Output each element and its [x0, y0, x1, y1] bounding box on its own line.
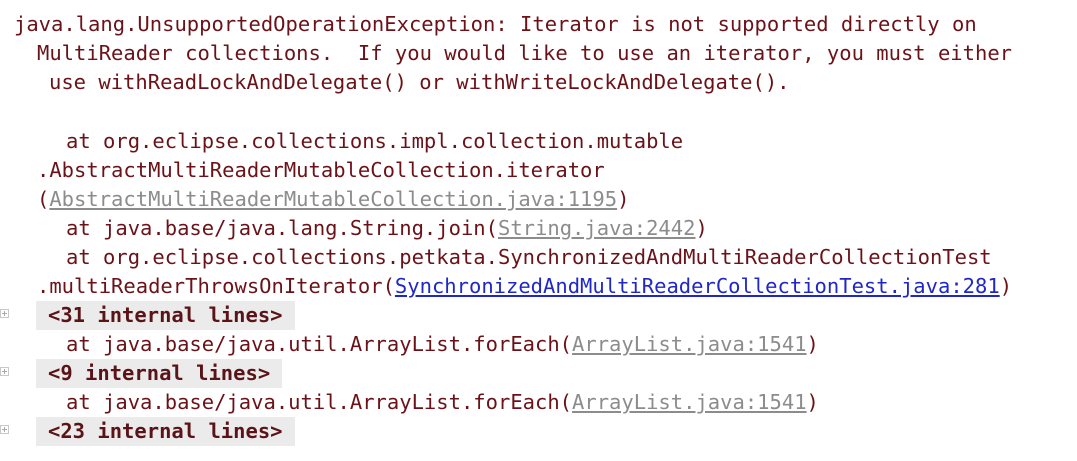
fold-region: <9 internal lines> — [0, 359, 300, 388]
source-link[interactable]: String.java:2442 — [498, 216, 695, 240]
internal-lines-fold[interactable]: <23 internal lines> — [36, 417, 295, 446]
stack-frame-line: at java.base/java.util.ArrayList.forEach… — [66, 388, 819, 417]
stack-frame-text: ) — [806, 390, 819, 414]
stack-frame-text: ) — [617, 187, 630, 211]
source-link[interactable]: ArrayList.java:1541 — [572, 390, 807, 414]
expand-plus-icon[interactable] — [0, 425, 9, 434]
exception-message-line-2: MultiReader collections. If you would li… — [37, 41, 1013, 65]
stack-frame-text: .AbstractMultiReaderMutableCollection.it… — [37, 158, 605, 182]
stack-frame-text: .multiReaderThrowsOnIterator( — [37, 274, 395, 298]
exception-message-line-3: use withReadLockAndDelegate() or withWri… — [49, 70, 790, 94]
internal-lines-fold[interactable]: <9 internal lines> — [36, 359, 283, 388]
stack-frame-text: at java.base/java.util.ArrayList.forEach… — [66, 332, 573, 356]
stack-frame-text: ) — [806, 332, 819, 356]
stack-frame-text: at org.eclipse.collections.petkata.Synch… — [66, 245, 992, 269]
stack-frame-text: at org.eclipse.collections.impl.collecti… — [66, 129, 684, 153]
stack-frame-text: at java.base/java.util.ArrayList.forEach… — [66, 390, 573, 414]
stack-frame-text: ) — [695, 216, 708, 240]
exception-message-line-1: java.lang.UnsupportedOperationException:… — [14, 12, 977, 36]
stack-frame-text: at java.base/java.lang.String.join( — [66, 216, 498, 240]
internal-lines-fold[interactable]: <31 internal lines> — [36, 301, 295, 330]
stack-frame-line: .multiReaderThrowsOnIterator(Synchronize… — [37, 272, 1012, 301]
source-link[interactable]: AbstractMultiReaderMutableCollection.jav… — [49, 187, 617, 211]
fold-region: <23 internal lines> — [0, 417, 300, 446]
expand-plus-icon[interactable] — [0, 309, 9, 318]
stack-frame-line: at java.base/java.lang.String.join(Strin… — [66, 214, 708, 243]
stack-frame-line: (AbstractMultiReaderMutableCollection.ja… — [37, 185, 629, 214]
expand-plus-icon[interactable] — [0, 367, 9, 376]
stack-frame-text: ) — [999, 274, 1013, 298]
source-link[interactable]: ArrayList.java:1541 — [572, 332, 807, 356]
stack-frame-line: at java.base/java.util.ArrayList.forEach… — [66, 330, 819, 359]
fold-region: <31 internal lines> — [0, 301, 300, 330]
stack-frame-text: ( — [37, 187, 50, 211]
source-link[interactable]: SynchronizedAndMultiReaderCollectionTest… — [395, 274, 1000, 298]
